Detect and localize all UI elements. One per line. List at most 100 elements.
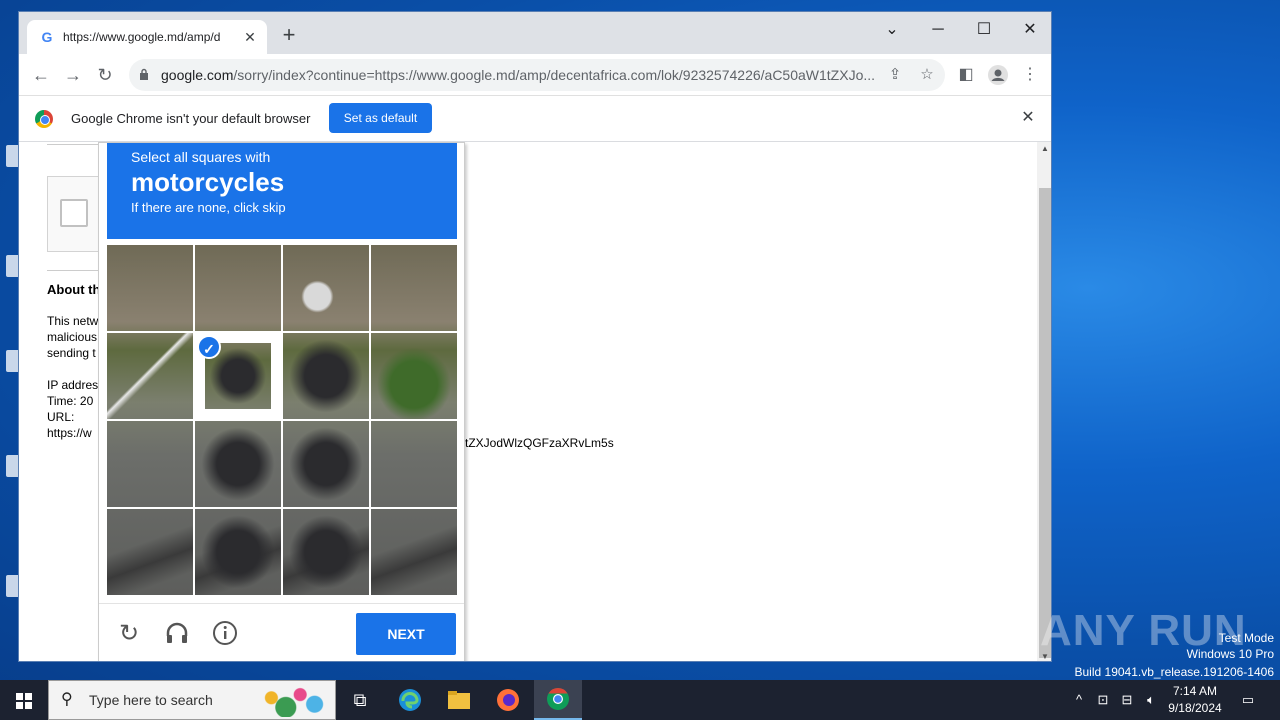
forward-button[interactable]: → xyxy=(61,63,85,87)
infobar-close-icon[interactable]: ✕ xyxy=(1019,109,1037,127)
captcha-tile-image xyxy=(107,509,193,595)
windows-logo-icon xyxy=(16,702,23,709)
windows-logo-icon xyxy=(16,693,23,700)
minimize-button[interactable]: ─ xyxy=(915,16,961,44)
task-view-icon[interactable]: ⧉ xyxy=(336,680,384,720)
notification-icon[interactable]: ▭ xyxy=(1236,680,1260,720)
challenge-footer: ↻ NEXT xyxy=(99,603,464,661)
captcha-tile[interactable] xyxy=(283,333,369,419)
device-icon[interactable]: ⊡ xyxy=(1094,680,1112,720)
captcha-tile[interactable] xyxy=(195,509,281,595)
captcha-tile-image xyxy=(283,509,369,595)
reload-button[interactable]: ↻ xyxy=(93,63,117,87)
start-button[interactable] xyxy=(0,680,48,720)
next-button[interactable]: NEXT xyxy=(356,613,456,655)
google-favicon-icon: G xyxy=(41,29,53,45)
set-as-default-button[interactable]: Set as default xyxy=(329,103,432,133)
captcha-tile-image xyxy=(195,245,281,331)
menu-kebab-icon[interactable]: ⋮ xyxy=(1018,63,1042,87)
captcha-tile[interactable] xyxy=(371,333,457,419)
url-value-tail: tZXJodWlzQGFzaXRvLm5s xyxy=(465,436,614,450)
clock-time: 7:14 AM xyxy=(1172,684,1218,698)
ip-address-text: IP addres xyxy=(47,378,99,392)
captcha-tile[interactable] xyxy=(371,421,457,507)
side-panel-icon[interactable]: ◧ xyxy=(954,63,978,87)
captcha-tile-image xyxy=(107,245,193,331)
chrome-window: G https://www.google.md/amp/d ✕ + ⌄ ─ ☐ … xyxy=(18,11,1052,662)
captcha-tile[interactable] xyxy=(283,421,369,507)
file-explorer-icon[interactable] xyxy=(435,680,483,720)
captcha-tile[interactable] xyxy=(107,509,193,595)
firefox-icon[interactable] xyxy=(484,680,532,720)
checkmark-icon: ✓ xyxy=(197,335,221,359)
network-icon[interactable]: ⊟ xyxy=(1118,680,1136,720)
captcha-tile-image xyxy=(283,421,369,507)
back-button[interactable]: ← xyxy=(29,63,53,87)
reload-challenge-icon[interactable]: ↻ xyxy=(115,620,143,648)
show-hidden-icons[interactable]: ^ xyxy=(1070,680,1088,720)
search-placeholder: Type here to search xyxy=(89,692,213,708)
bookmark-star-icon[interactable]: ☆ xyxy=(917,65,937,85)
close-window-button[interactable]: ✕ xyxy=(1007,16,1051,44)
captcha-tile[interactable] xyxy=(107,245,193,331)
new-tab-button[interactable]: + xyxy=(277,24,301,48)
recaptcha-checkbox[interactable] xyxy=(60,199,88,227)
captcha-tile[interactable]: ✓ xyxy=(195,333,281,419)
challenge-header: Select all squares with motorcycles If t… xyxy=(107,143,457,239)
system-clock[interactable]: 7:14 AM 9/18/2024 xyxy=(1160,683,1230,717)
info-icon[interactable] xyxy=(211,620,239,648)
body-text: This netw xyxy=(47,314,99,328)
captcha-tile[interactable] xyxy=(195,245,281,331)
tab-search-icon[interactable]: ⌄ xyxy=(869,16,915,44)
recaptcha-challenge: Select all squares with motorcycles If t… xyxy=(98,142,465,661)
audio-challenge-icon[interactable] xyxy=(163,620,191,648)
infobar-message: Google Chrome isn't your default browser xyxy=(71,111,311,126)
os-name-text: Windows 10 Pro xyxy=(1186,647,1274,661)
body-text: sending t xyxy=(47,346,96,360)
chrome-taskbar-icon[interactable] xyxy=(534,680,582,720)
default-browser-infobar: Google Chrome isn't your default browser… xyxy=(19,96,1051,142)
tab-close-icon[interactable]: ✕ xyxy=(241,28,259,46)
lock-icon xyxy=(140,68,148,80)
taskbar-search-box[interactable]: ⚲ Type here to search xyxy=(48,680,336,720)
scrollbar-thumb[interactable] xyxy=(1039,188,1051,658)
captcha-tile-image xyxy=(283,245,369,331)
captcha-tile-image xyxy=(371,509,457,595)
search-icon: ⚲ xyxy=(61,691,73,708)
captcha-tile-image xyxy=(283,333,369,419)
test-mode-text: Test Mode xyxy=(1218,631,1274,645)
captcha-tile-image xyxy=(107,421,193,507)
volume-icon[interactable]: 🔈︎ xyxy=(1142,680,1160,720)
time-text: Time: 20 xyxy=(47,394,94,408)
captcha-tile[interactable] xyxy=(107,421,193,507)
vertical-scrollbar[interactable]: ▲ ▼ xyxy=(1037,142,1051,661)
address-bar[interactable]: google.com/sorry/index?continue=https://… xyxy=(129,59,945,91)
build-text: Build 19041.vb_release.191206-1406 xyxy=(1074,665,1275,679)
captcha-tile[interactable] xyxy=(283,509,369,595)
captcha-tile[interactable] xyxy=(107,333,193,419)
share-icon[interactable]: ⇪ xyxy=(885,65,905,85)
image-grid: ✓ xyxy=(107,245,457,595)
edge-icon[interactable] xyxy=(386,680,434,720)
url-value: https://w xyxy=(47,426,92,440)
maximize-button[interactable]: ☐ xyxy=(961,16,1007,44)
captcha-tile[interactable] xyxy=(195,421,281,507)
captcha-tile-image xyxy=(371,245,457,331)
browser-toolbar: ← → ↻ google.com/sorry/index?continue=ht… xyxy=(19,54,1051,96)
url-text: google.com/sorry/index?continue=https://… xyxy=(161,67,876,83)
captcha-tile[interactable] xyxy=(283,245,369,331)
challenge-keyword: motorcycles xyxy=(131,167,285,197)
url-label: URL: xyxy=(47,410,75,424)
profile-avatar-icon[interactable] xyxy=(986,63,1010,87)
captcha-tile-image xyxy=(195,509,281,595)
browser-tab[interactable]: G https://www.google.md/amp/d ✕ xyxy=(27,20,267,54)
captcha-tile-image xyxy=(107,333,193,419)
body-text: malicious xyxy=(47,330,98,344)
captcha-tile[interactable] xyxy=(371,509,457,595)
page-content: About th This netw malicious sending t I… xyxy=(19,142,1037,661)
scroll-up-icon[interactable]: ▲ xyxy=(1041,144,1049,153)
clock-date: 9/18/2024 xyxy=(1168,701,1222,715)
captcha-tile-image xyxy=(371,421,457,507)
captcha-tile[interactable] xyxy=(371,245,457,331)
search-highlight-image xyxy=(257,685,329,717)
